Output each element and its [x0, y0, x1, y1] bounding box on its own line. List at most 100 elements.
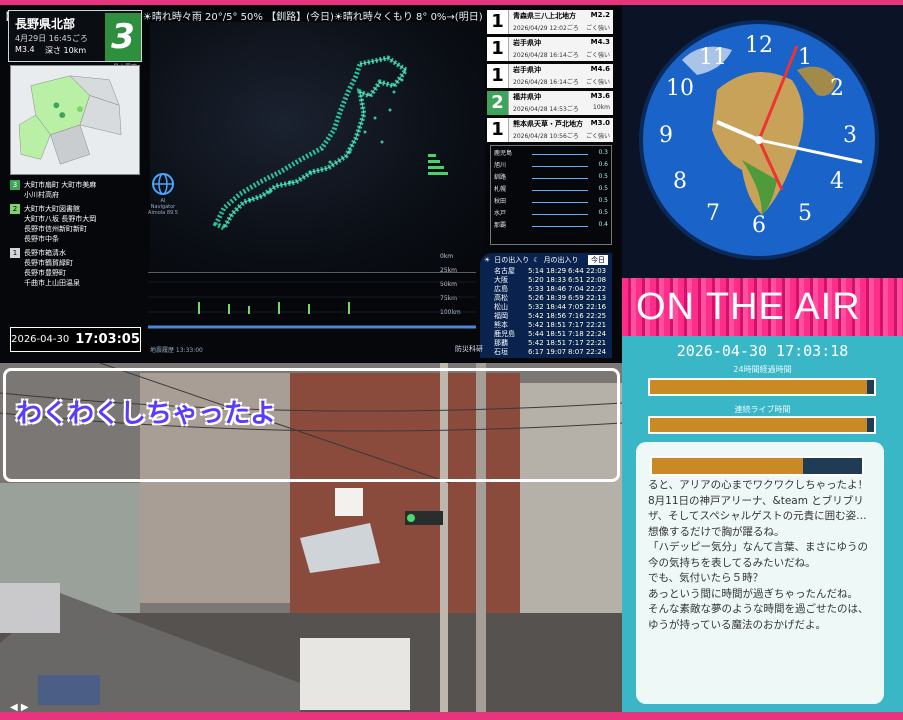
quake-depth: ごく強い — [585, 52, 610, 59]
sunrise-row: 石垣 6:17 19:07 8:07 22:24 — [480, 348, 612, 357]
sunrise-row: 名古屋 5:14 18:29 6:44 22:03 — [480, 267, 612, 276]
sun-times: 5:42 18:51 — [528, 321, 567, 329]
progress-fill — [652, 458, 804, 474]
on-air-banner: ON THE AIR — [622, 278, 903, 336]
station-value: 0.5 — [598, 196, 608, 204]
station-name: 釧路 — [494, 173, 507, 181]
sunrise-row: 大阪 5:20 18:33 6:51 22:08 — [480, 276, 612, 285]
globe-logo-icon — [152, 173, 174, 195]
station-row: 札幌 0.5 — [491, 182, 611, 194]
moon-times: 7:17 22:21 — [568, 339, 607, 347]
svg-text:1: 1 — [798, 45, 812, 70]
station-row: 釧路 0.5 — [491, 170, 611, 182]
arrow-icon: ◀ — [10, 702, 18, 713]
bosai-credit: 防災科研 — [455, 345, 483, 353]
quake-depth: ごく強い — [585, 133, 610, 140]
station-name: 札幌 — [494, 185, 507, 193]
arrow-icon: ▶ — [20, 702, 29, 713]
quake-time: 4月29日 16:45ごろ — [15, 34, 88, 43]
quake-list-item: 2 福井県沖 2026/04/28 14:53ごろ M3.6 10km — [487, 91, 613, 115]
svg-text:11: 11 — [699, 45, 727, 70]
sun-times: 5:20 18:33 — [528, 276, 567, 284]
quake-place: 青森県三八上北地方 — [513, 12, 576, 20]
bottom-icons: ◀ ▶ — [10, 702, 29, 713]
sunrise-city: 大阪 — [494, 276, 508, 284]
sun-times: 5:42 18:56 — [528, 312, 567, 320]
station-value: 0.6 — [598, 160, 608, 168]
svg-text:4: 4 — [830, 169, 844, 194]
today-badge: 今日 — [588, 255, 608, 265]
sun-times: 5:26 18:39 — [528, 294, 567, 302]
sunrise-city: 福岡 — [494, 312, 508, 320]
on-air-text: ON THE AIR — [636, 286, 861, 328]
right-column: 12 1 2 3 4 5 6 7 8 9 10 11 ON THE AIR 20… — [622, 0, 903, 720]
legend-num: 3 — [10, 180, 20, 190]
waveform — [532, 209, 588, 215]
legend-num: 2 — [10, 204, 20, 214]
sunrise-row: 高松 5:26 18:39 6:59 22:13 — [480, 294, 612, 303]
sunrise-header: ☀ 日の出入り ☾ 月の出入り 今日 — [480, 253, 612, 267]
sun-times: 5:32 18:44 — [528, 303, 567, 311]
quake-time: 2026/04/28 16:14ごろ — [513, 52, 579, 59]
sunrise-city: 広島 — [494, 285, 508, 293]
station-row: 那覇 0.4 — [491, 218, 611, 230]
quake-magnitude: M4.3 — [590, 38, 610, 46]
moon-times: 6:59 22:13 — [568, 294, 607, 302]
bottom-border — [0, 712, 903, 720]
legend-text: 大町市扇町 大町市美麻 小川村高府 — [24, 181, 97, 199]
quake-place: 岩手県沖 — [513, 66, 541, 74]
quake-magnitude: M3.6 — [590, 92, 610, 100]
top-border — [0, 0, 903, 5]
station-row: 鹿児島 0.3 — [491, 146, 611, 158]
sunrise-city: 高松 — [494, 294, 508, 302]
station-value: 0.5 — [598, 172, 608, 180]
caption-text: わくわくしちゃったよ — [16, 399, 277, 429]
station-name: 秋田 — [494, 197, 507, 205]
sunrise-city: 熊本 — [494, 321, 508, 329]
quake-intensity: 1 — [487, 118, 509, 142]
quake-time: 2026/04/28 16:14ごろ — [513, 79, 579, 86]
svg-text:2: 2 — [830, 76, 844, 101]
timeline-label: 地震履歴 13:33:00 — [150, 347, 203, 354]
sunrise-title: 日の出入り — [494, 256, 530, 264]
sun-icon: ☀ — [484, 256, 491, 264]
quake-list-item: 1 岩手県沖 2026/04/28 16:14ごろ M4.3 ごく強い — [487, 37, 613, 61]
latest-quake-panel: 長野県北部 4月29日 16:45ごろ M3.4 深さ 10km 3 最大震度 — [8, 10, 142, 71]
monitor-clock: 2026-04-30 17:03:05 — [10, 327, 141, 352]
progress-bar — [650, 456, 864, 476]
quake-time: 2026/04/29 12:02ごろ — [513, 25, 579, 32]
progress-bar — [648, 378, 876, 396]
quake-time: 2026/04/28 10:56ごろ — [513, 133, 579, 140]
sunrise-city: 鹿児島 — [494, 330, 515, 338]
station-name: 水戸 — [494, 209, 507, 217]
quake-place: 熊本県天草・芦北地方 — [513, 120, 583, 128]
quake-intensity: 1 — [487, 64, 509, 88]
sunrise-row: 広島 5:33 18:46 7:04 22:22 — [480, 285, 612, 294]
waveform — [532, 173, 588, 179]
svg-text:7: 7 — [706, 201, 720, 226]
quake-depth: ごく強い — [585, 25, 610, 32]
sunrise-row: 熊本 5:42 18:51 7:17 22:21 — [480, 321, 612, 330]
station-value: 0.5 — [598, 208, 608, 216]
svg-text:8: 8 — [673, 169, 687, 194]
scale-tick: 0km — [440, 253, 454, 260]
quake-depth: 10km — [593, 104, 610, 111]
legend-row-3: 3 大町市扇町 大町市美麻 小川村高府 — [10, 180, 145, 200]
svg-text:10: 10 — [666, 76, 694, 101]
station-dots — [248, 78, 448, 202]
bar-label: 連続ライブ時間 — [734, 405, 791, 414]
sunrise-city: 石垣 — [494, 348, 508, 356]
progress-fill — [650, 418, 868, 432]
quake-list-item: 1 青森県三八上北地方 2026/04/29 12:02ごろ M2.2 ごく強い — [487, 10, 613, 34]
svg-text:9: 9 — [659, 123, 673, 148]
quake-list-item: 1 熊本県天草・芦北地方 2026/04/28 10:56ごろ M3.0 ごく強… — [487, 118, 613, 142]
bar-label: 24時間経過時間 — [733, 365, 792, 374]
prefecture-mini-map — [10, 65, 140, 175]
moon-times: 7:18 22:24 — [568, 330, 607, 338]
quake-timeline — [148, 272, 476, 329]
intensity-legend: 3 大町市扇町 大町市美麻 小川村高府 2 大町市大町図書館 大町市八坂 長野市… — [10, 180, 145, 292]
svg-text:6: 6 — [752, 213, 766, 238]
moonrise-title: 月の出入り — [543, 256, 579, 264]
street-camera-view: わくわくしちゃったよ — [0, 363, 622, 720]
moon-times: 7:16 22:25 — [568, 312, 607, 320]
